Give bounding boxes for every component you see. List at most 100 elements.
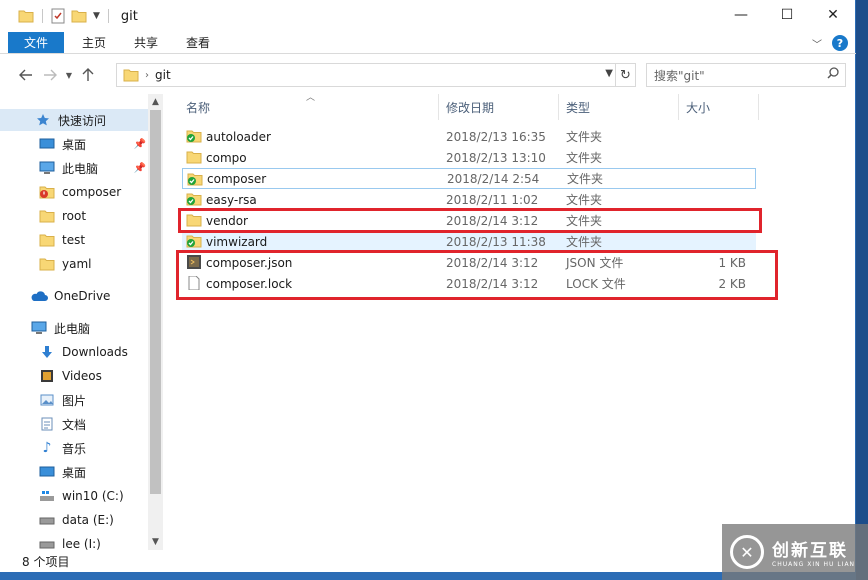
nav-item-pictures[interactable]: 图片 [38, 389, 148, 411]
nav-label: 此电脑 [62, 161, 99, 176]
file-type: 文件夹 [566, 235, 603, 249]
nav-label: data (E:) [62, 513, 114, 527]
cloud-icon [30, 288, 48, 304]
nav-item-this-pc[interactable]: 此电脑 📌 [38, 157, 146, 179]
up-button[interactable] [76, 63, 100, 87]
column-divider[interactable] [678, 94, 679, 120]
nav-label: Videos [62, 369, 102, 383]
file-name: composer.lock [206, 276, 293, 291]
recent-locations-button[interactable]: ▼ [62, 63, 76, 87]
refresh-button[interactable]: ↻ [615, 64, 635, 86]
customize-toolbar-icon[interactable]: ▼ [93, 11, 100, 21]
quick-access-toolbar: ▼ [18, 8, 111, 24]
file-list: ︿ 名称 修改日期 类型 大小 autoloader 2018/2/13 16:… [172, 90, 856, 550]
close-button[interactable]: ✕ [810, 0, 856, 30]
scrollbar-thumb[interactable] [150, 110, 161, 494]
title-bar: ▼ git — ☐ ✕ [0, 0, 856, 32]
search-input[interactable]: 搜索"git" [646, 63, 846, 87]
nav-item-documents[interactable]: 文档 [38, 413, 148, 435]
file-row[interactable]: easy-rsa 2018/2/11 1:02 文件夹 [182, 189, 756, 210]
file-type: JSON 文件 [566, 256, 624, 270]
file-name: vimwizard [206, 234, 268, 249]
search-placeholder: 搜索"git" [654, 68, 705, 83]
nav-item-yaml[interactable]: yaml [38, 253, 146, 275]
nav-item-root[interactable]: root [38, 205, 146, 227]
file-row[interactable]: composer 2018/2/14 2:54 文件夹 [182, 168, 756, 189]
folder-icon[interactable] [18, 9, 34, 23]
tab-share[interactable]: 共享 [120, 32, 172, 53]
nav-item-drive-i[interactable]: lee (I:) [38, 533, 148, 550]
nav-this-pc[interactable]: 此电脑 [30, 317, 148, 339]
computer-icon [30, 320, 48, 336]
pin-icon[interactable]: 📌 [134, 163, 146, 174]
nav-label: test [62, 233, 86, 247]
forward-button[interactable] [38, 63, 62, 87]
breadcrumb-separator-icon[interactable]: › [145, 70, 149, 81]
address-history-dropdown[interactable]: ▼ [605, 68, 613, 79]
breadcrumb-item[interactable]: git [155, 68, 171, 82]
document-icon [38, 416, 56, 432]
nav-label: 图片 [62, 393, 87, 408]
pin-icon[interactable]: 📌 [134, 139, 146, 150]
nav-item-drive-e[interactable]: data (E:) [38, 509, 148, 531]
column-header-type[interactable]: 类型 [566, 95, 590, 119]
nav-label: composer [62, 185, 122, 199]
column-header-size[interactable]: 大小 [686, 95, 710, 119]
computer-icon [38, 160, 56, 176]
column-divider[interactable] [438, 94, 439, 120]
nav-item-composer[interactable]: composer [38, 181, 146, 203]
nav-item-downloads[interactable]: Downloads [38, 341, 148, 363]
nav-onedrive[interactable]: OneDrive [30, 285, 148, 307]
folder-synced-icon [186, 193, 202, 206]
file-row[interactable]: composer.json 2018/2/14 3:12 JSON 文件 1 K… [182, 252, 756, 273]
file-row[interactable]: composer.lock 2018/2/14 3:12 LOCK 文件 2 K… [182, 273, 756, 294]
window-title: git [120, 8, 138, 24]
scroll-down-arrow-icon[interactable]: ▼ [148, 534, 163, 550]
file-type: 文件夹 [566, 130, 603, 144]
desktop-icon [38, 136, 56, 152]
window-controls: — ☐ ✕ [718, 0, 856, 30]
column-divider[interactable] [758, 94, 759, 120]
column-header-name[interactable]: 名称 [186, 95, 210, 119]
file-size: 1 KB [718, 255, 746, 270]
file-date: 2018/2/13 16:35 [446, 129, 546, 144]
navigation-pane: 快速访问 桌面 📌 此电脑 📌 composer root test yaml [0, 94, 164, 550]
tab-file[interactable]: 文件 [8, 32, 64, 53]
maximize-button[interactable]: ☐ [764, 0, 810, 30]
sort-ascending-icon: ︿ [306, 93, 316, 103]
new-folder-icon[interactable] [71, 9, 87, 23]
windows-drive-icon [38, 488, 56, 504]
back-button[interactable] [14, 63, 38, 87]
scroll-up-arrow-icon[interactable]: ▲ [148, 94, 163, 110]
nav-label: 音乐 [62, 441, 87, 456]
tab-view[interactable]: 查看 [172, 32, 224, 53]
column-header-date[interactable]: 修改日期 [446, 95, 494, 119]
nav-item-desktop[interactable]: 桌面 📌 [38, 133, 146, 155]
navigation-scrollbar[interactable]: ▲ ▼ [148, 94, 163, 550]
explorer-window: ▼ git — ☐ ✕ 文件 主页 共享 查看 ﹀ ? ▼ › git ▼ ↻ … [0, 0, 856, 580]
nav-item-desktop-pc[interactable]: 桌面 [38, 461, 148, 483]
nav-item-test[interactable]: test [38, 229, 146, 251]
file-row[interactable]: vimwizard 2018/2/13 11:38 文件夹 [182, 231, 756, 252]
nav-item-music[interactable]: ♪ 音乐 [38, 437, 148, 459]
tab-home[interactable]: 主页 [68, 32, 120, 53]
desktop-background [856, 0, 868, 580]
properties-icon[interactable] [51, 8, 65, 24]
nav-label: 桌面 [62, 465, 87, 480]
address-bar[interactable]: › git ▼ ↻ [116, 63, 636, 87]
nav-quick-access[interactable]: 快速访问 [0, 109, 148, 131]
expand-ribbon-icon[interactable]: ﹀ [812, 36, 822, 51]
file-row[interactable]: autoloader 2018/2/13 16:35 文件夹 [182, 126, 756, 147]
column-divider[interactable] [558, 94, 559, 120]
download-icon [38, 344, 56, 360]
toolbar-divider [42, 9, 43, 23]
nav-item-drive-c[interactable]: win10 (C:) [38, 485, 148, 507]
file-row[interactable]: vendor 2018/2/14 3:12 文件夹 [182, 210, 756, 231]
file-row[interactable]: compo 2018/2/13 13:10 文件夹 [182, 147, 756, 168]
nav-label: 此电脑 [54, 321, 91, 336]
minimize-button[interactable]: — [718, 0, 764, 30]
file-type: 文件夹 [566, 193, 603, 207]
help-icon[interactable]: ? [832, 35, 848, 51]
nav-item-videos[interactable]: Videos [38, 365, 148, 387]
nav-label: 快速访问 [58, 113, 107, 128]
